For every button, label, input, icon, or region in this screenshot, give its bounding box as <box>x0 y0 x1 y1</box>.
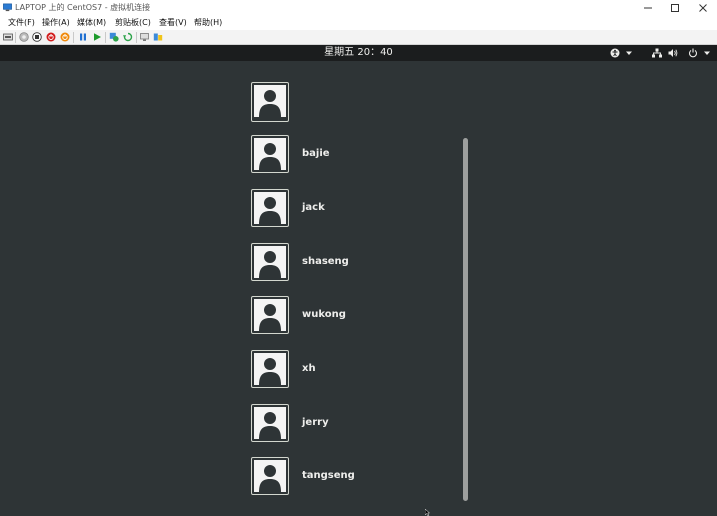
start-icon[interactable] <box>19 32 29 42</box>
menu-help[interactable]: 帮助(H) <box>194 17 222 28</box>
menu-view[interactable]: 查看(V) <box>159 17 187 28</box>
user-list-item[interactable] <box>251 82 451 122</box>
close-button[interactable] <box>690 0 716 15</box>
user-list-item[interactable]: bajie <box>251 135 451 175</box>
username: wukong <box>302 309 346 320</box>
user-list-item[interactable]: shaseng <box>251 243 451 283</box>
network-icon <box>652 48 662 58</box>
user-icon <box>259 90 281 117</box>
user-avatar <box>251 243 289 281</box>
pause-icon[interactable] <box>78 32 88 42</box>
username: xh <box>302 363 316 374</box>
menu-media[interactable]: 媒体(M) <box>77 17 106 28</box>
share-icon[interactable] <box>153 32 163 42</box>
user-icon <box>259 465 281 492</box>
user-avatar <box>251 404 289 442</box>
user-list-item[interactable]: jack <box>251 189 451 229</box>
revert-icon[interactable] <box>123 32 133 42</box>
menu-action[interactable]: 操作(A) <box>42 17 70 28</box>
username: jack <box>302 202 325 213</box>
username: tangseng <box>302 470 355 481</box>
user-list: bajie jack shaseng wukong xh jerry tangs… <box>251 45 451 516</box>
maximize-icon <box>671 3 679 12</box>
ctrl-alt-del-icon[interactable] <box>3 32 13 42</box>
user-avatar <box>251 189 289 227</box>
window-titlebar: LAPTOP 上的 CentOS7 - 虚拟机连接 <box>0 0 717 15</box>
enhanced-session-icon[interactable] <box>140 32 150 42</box>
user-avatar <box>251 82 289 122</box>
shutdown-icon[interactable] <box>46 32 56 42</box>
username: jerry <box>302 417 329 428</box>
volume-icon <box>668 49 678 57</box>
user-list-item[interactable]: wukong <box>251 296 451 336</box>
user-avatar <box>251 350 289 388</box>
power-icon <box>688 48 698 58</box>
user-icon <box>259 143 281 170</box>
user-avatar <box>251 296 289 334</box>
window-title: LAPTOP 上的 CentOS7 - 虚拟机连接 <box>15 3 151 12</box>
mouse-cursor-icon <box>425 509 430 516</box>
accessibility-icon <box>610 48 620 58</box>
menu-clipboard[interactable]: 剪贴板(C) <box>115 17 151 28</box>
user-list-item[interactable]: xh <box>251 350 451 390</box>
menu-file[interactable]: 文件(F) <box>8 17 35 28</box>
close-icon <box>699 3 707 12</box>
accessibility-menu[interactable] <box>610 48 633 58</box>
maximize-button[interactable] <box>662 0 688 15</box>
user-icon <box>259 304 281 331</box>
user-icon <box>259 412 281 439</box>
user-icon <box>259 251 281 278</box>
user-list-item[interactable]: jerry <box>251 404 451 444</box>
minimize-button[interactable] <box>635 0 661 15</box>
chevron-down-icon <box>626 51 632 55</box>
menu-bar: 文件(F) 操作(A) 媒体(M) 剪贴板(C) 查看(V) 帮助(H) <box>0 15 717 30</box>
minimize-icon <box>644 7 652 8</box>
user-list-item[interactable]: tangseng <box>251 457 451 497</box>
turn-off-icon[interactable] <box>32 32 42 42</box>
user-list-scrollbar[interactable] <box>463 138 468 501</box>
user-avatar <box>251 135 289 173</box>
vm-display[interactable]: 星期五 20：40 bajie jack shaseng wukong xh j… <box>0 45 717 516</box>
user-icon <box>259 358 281 385</box>
vm-toolbar <box>0 30 717 45</box>
vm-connection-icon <box>3 3 12 12</box>
user-icon <box>259 197 281 224</box>
checkpoint-icon[interactable] <box>109 32 119 42</box>
user-avatar <box>251 457 289 495</box>
username: shaseng <box>302 256 349 267</box>
resume-icon[interactable] <box>92 32 102 42</box>
system-status-menu[interactable] <box>652 48 711 58</box>
save-icon[interactable] <box>60 32 70 42</box>
chevron-down-icon <box>704 51 710 55</box>
username: bajie <box>302 148 330 159</box>
